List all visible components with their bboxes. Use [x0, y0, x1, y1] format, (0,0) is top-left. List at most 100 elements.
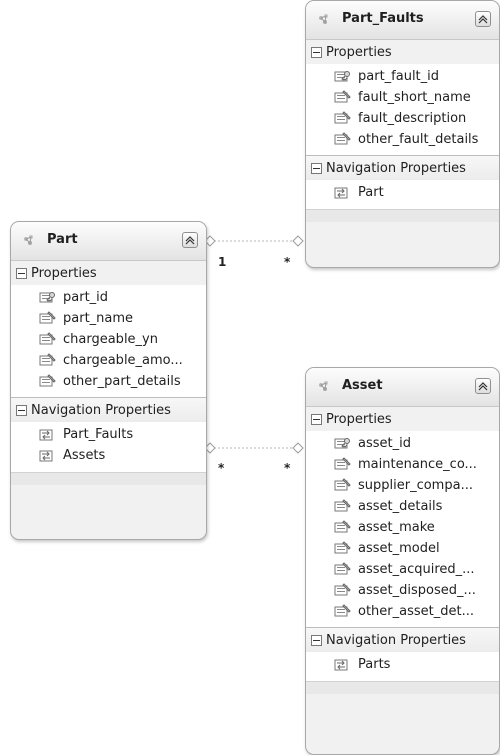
entity-asset[interactable]: Asset Properties asset_id maintenance_co…: [305, 367, 500, 755]
property-name: asset_model: [358, 541, 440, 556]
navigation-section-header[interactable]: Navigation Properties: [11, 397, 206, 422]
property-row[interactable]: fault_short_name: [306, 87, 499, 108]
navigation-list: Parts: [306, 652, 499, 681]
property-row[interactable]: asset_id: [306, 433, 499, 454]
minus-toggle-icon[interactable]: [311, 46, 322, 58]
property-name: chargeable_amo...: [63, 353, 183, 368]
minus-toggle-icon[interactable]: [311, 162, 322, 174]
property-name: other_asset_det...: [358, 604, 474, 619]
property-row[interactable]: part_id: [11, 287, 206, 308]
properties-list: asset_id maintenance_co... supplier_comp…: [306, 431, 499, 627]
entity-part-faults[interactable]: Part_Faults Properties part_fault_id fau…: [305, 0, 500, 268]
property-icon: [334, 131, 352, 148]
chevron-up-icon[interactable]: [182, 232, 198, 248]
properties-section-header[interactable]: Properties: [306, 40, 499, 64]
property-row[interactable]: asset_acquired_...: [306, 559, 499, 580]
entity-title: Part_Faults: [342, 11, 424, 26]
property-name: asset_id: [358, 436, 411, 451]
property-icon: [334, 89, 352, 106]
entity-header[interactable]: Part: [11, 222, 206, 261]
properties-section-label: Properties: [31, 265, 97, 281]
properties-section-label: Properties: [326, 411, 392, 427]
property-name: other_fault_details: [358, 132, 479, 147]
property-row[interactable]: asset_details: [306, 496, 499, 517]
association-end-assets-target: [292, 442, 304, 454]
property-name: fault_description: [358, 111, 467, 126]
properties-section-header[interactable]: Properties: [306, 407, 499, 431]
property-name: asset_acquired_...: [358, 562, 475, 577]
property-row[interactable]: other_fault_details: [306, 129, 499, 150]
property-icon: [39, 310, 57, 327]
property-icon: [334, 110, 352, 127]
diagram-canvas: 1 * * * Part_Faults Properties part_faul…: [0, 0, 500, 755]
property-name: fault_short_name: [358, 90, 471, 105]
property-icon: [334, 582, 352, 599]
entity-title: Part: [47, 232, 78, 247]
property-name: part_id: [63, 290, 109, 305]
property-name: maintenance_co...: [358, 457, 477, 472]
navigation-section-label: Navigation Properties: [326, 160, 466, 176]
part-faults-source-multiplicity: 1: [218, 255, 227, 269]
navigation-list: Part: [306, 180, 499, 209]
property-row[interactable]: part_fault_id: [306, 66, 499, 87]
entity-footer: [306, 209, 499, 222]
property-name: other_part_details: [63, 374, 181, 389]
property-icon: [334, 540, 352, 557]
property-icon: [39, 352, 57, 369]
navigation-icon: [334, 185, 352, 201]
navigation-section-header[interactable]: Navigation Properties: [306, 627, 499, 652]
entity-cloud-icon: [21, 233, 37, 249]
property-row[interactable]: asset_make: [306, 517, 499, 538]
property-row[interactable]: other_part_details: [11, 371, 206, 392]
association-end-part-faults-target: [292, 235, 304, 247]
property-name: part_name: [63, 311, 134, 326]
navigation-list: Part_Faults Assets: [11, 422, 206, 472]
navigation-row[interactable]: Part: [306, 182, 499, 203]
navigation-row[interactable]: Parts: [306, 654, 499, 675]
key-icon: [39, 290, 57, 306]
entity-footer: [306, 681, 499, 694]
property-name: asset_make: [358, 520, 435, 535]
minus-toggle-icon[interactable]: [311, 634, 322, 646]
minus-toggle-icon[interactable]: [16, 404, 27, 416]
minus-toggle-icon[interactable]: [311, 413, 322, 425]
property-name: asset_details: [358, 499, 443, 514]
property-icon: [334, 498, 352, 515]
property-icon: [39, 331, 57, 348]
properties-list: part_fault_id fault_short_name fault_des…: [306, 64, 499, 155]
key-icon: [334, 436, 352, 452]
navigation-row[interactable]: Assets: [11, 445, 206, 466]
property-name: supplier_compa...: [358, 478, 473, 493]
property-icon: [334, 561, 352, 578]
property-row[interactable]: chargeable_yn: [11, 329, 206, 350]
property-row[interactable]: part_name: [11, 308, 206, 329]
property-name: chargeable_yn: [63, 332, 158, 347]
minus-toggle-icon[interactable]: [16, 267, 27, 279]
entity-header[interactable]: Asset: [306, 368, 499, 407]
property-row[interactable]: asset_model: [306, 538, 499, 559]
properties-section-header[interactable]: Properties: [11, 261, 206, 285]
key-icon: [334, 69, 352, 85]
property-row[interactable]: maintenance_co...: [306, 454, 499, 475]
entity-cloud-icon: [316, 12, 332, 28]
properties-list: part_id part_name chargeable_yn chargeab…: [11, 285, 206, 397]
navigation-section-header[interactable]: Navigation Properties: [306, 155, 499, 180]
property-row[interactable]: supplier_compa...: [306, 475, 499, 496]
chevron-up-icon[interactable]: [475, 11, 491, 27]
chevron-up-icon[interactable]: [475, 378, 491, 394]
property-row[interactable]: asset_disposed_...: [306, 580, 499, 601]
property-row[interactable]: fault_description: [306, 108, 499, 129]
property-icon: [334, 603, 352, 620]
navigation-name: Part_Faults: [63, 427, 134, 442]
navigation-row[interactable]: Part_Faults: [11, 424, 206, 445]
navigation-name: Assets: [63, 448, 106, 463]
entity-header[interactable]: Part_Faults: [306, 1, 499, 40]
assets-source-multiplicity: *: [218, 461, 225, 475]
property-row[interactable]: other_asset_det...: [306, 601, 499, 622]
navigation-name: Part: [358, 185, 384, 200]
property-row[interactable]: chargeable_amo...: [11, 350, 206, 371]
entity-part[interactable]: Part Properties part_id part_name charge…: [10, 221, 207, 540]
navigation-section-label: Navigation Properties: [31, 402, 171, 418]
properties-section-label: Properties: [326, 44, 392, 60]
entity-title: Asset: [342, 378, 383, 393]
